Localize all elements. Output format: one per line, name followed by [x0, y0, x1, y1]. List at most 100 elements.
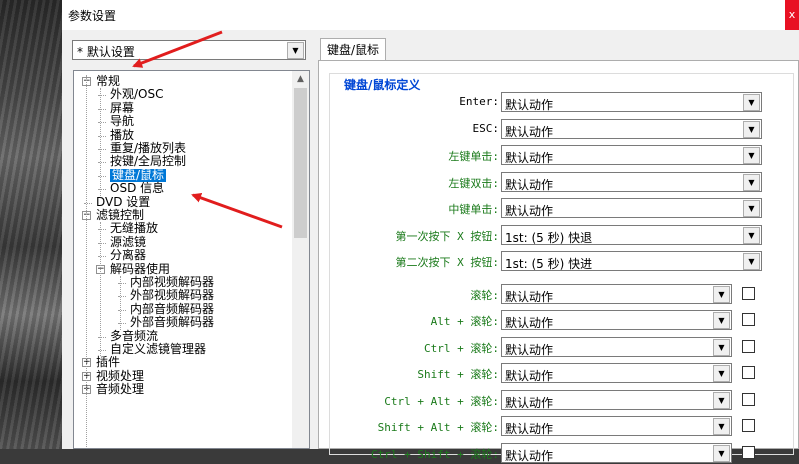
settings-tree[interactable]: − 常规 外观/OSC 屏幕 导航 播放 重复/播放列表 按键/全局控制 键盘/鼠标 OSD 信息…: [73, 70, 310, 449]
mapping-row: Enter: 默认动作 ▼: [319, 92, 799, 112]
option-checkbox[interactable]: [742, 392, 755, 406]
tree-item[interactable]: 源滤镜: [110, 235, 146, 249]
mapping-label: 第二次按下 X 按钮:: [395, 256, 500, 269]
mapping-row: Shift + Alt + 滚轮: 默认动作 ▼: [319, 416, 799, 436]
action-select[interactable]: 默认动作 ▼: [501, 442, 732, 463]
option-checkbox[interactable]: [742, 445, 755, 459]
action-select[interactable]: 默认动作 ▼: [501, 145, 762, 165]
scroll-thumb[interactable]: [294, 88, 307, 238]
chevron-down-icon[interactable]: ▼: [743, 253, 760, 270]
action-select-value: 默认动作: [505, 177, 554, 192]
action-select-value: 1st: (5 秒) 快进: [505, 257, 593, 271]
mapping-label: Ctrl + Alt + 滚轮:: [384, 394, 499, 408]
chevron-down-icon[interactable]: ▼: [743, 120, 760, 138]
background-video-frame: [0, 0, 62, 449]
option-checkbox[interactable]: [742, 366, 755, 379]
action-select-value: 默认动作: [505, 151, 554, 165]
tree-item[interactable]: 视频处理: [96, 369, 144, 383]
action-select[interactable]: 默认动作 ▼: [501, 336, 732, 357]
action-select-value: 默认动作: [505, 448, 554, 463]
chevron-down-icon[interactable]: ▼: [743, 173, 760, 191]
tree-item[interactable]: 插件: [96, 356, 120, 369]
tree-item[interactable]: 外观/OSC: [110, 88, 164, 101]
tree-scrollbar[interactable]: ▲: [292, 71, 309, 448]
mapping-row: Ctrl + Shift + 滚轮: 默认动作 ▼: [319, 442, 799, 463]
action-select[interactable]: 1st: (5 秒) 快进 ▼: [501, 251, 762, 271]
action-select-value: 默认动作: [505, 342, 554, 357]
title-bar: 参数设置 x: [62, 0, 799, 30]
tab-strip: 键盘/鼠标 键盘/鼠标定义 Enter: 默认动作 ▼ ESC: 默认动作 ▼ 左键单击: 默…: [312, 38, 799, 463]
tree-item[interactable]: DVD 设置: [96, 195, 150, 209]
tree-item[interactable]: 播放: [110, 128, 134, 142]
tree-guide: [120, 276, 121, 330]
action-select[interactable]: 默认动作 ▼: [501, 118, 762, 139]
chevron-down-icon[interactable]: ▼: [713, 312, 730, 329]
action-select-value: 默认动作: [505, 124, 554, 139]
close-button[interactable]: x: [785, 0, 799, 30]
option-checkbox[interactable]: [742, 286, 755, 300]
tree-guide: [100, 88, 101, 196]
chevron-down-icon[interactable]: ▼: [743, 147, 760, 164]
action-select-value: 默认动作: [505, 395, 554, 410]
tree-item[interactable]: 音频处理: [96, 383, 144, 396]
tree-item[interactable]: 外部音频解码器: [130, 316, 214, 329]
tree-item[interactable]: 无缝播放: [110, 222, 158, 235]
mapping-row: 滚轮: 默认动作 ▼: [319, 283, 799, 304]
mapping-label: Shift + 滚轮:: [417, 368, 499, 381]
mapping-label: 中键单击:: [448, 203, 499, 216]
option-checkbox[interactable]: [742, 419, 755, 432]
tree-item[interactable]: OSD 信息: [110, 182, 164, 195]
chevron-down-icon[interactable]: ▼: [743, 226, 760, 244]
tree-item[interactable]: 导航: [110, 115, 134, 128]
tree-item[interactable]: 键盘/鼠标: [110, 168, 167, 182]
option-checkbox[interactable]: [742, 339, 755, 353]
chevron-down-icon[interactable]: ▼: [713, 285, 730, 303]
profile-combo[interactable]: * 默认设置 ▼: [72, 40, 306, 60]
action-select[interactable]: 默认动作 ▼: [501, 171, 762, 192]
tree-item[interactable]: 按键/全局控制: [110, 155, 186, 168]
tree-item[interactable]: 解码器使用: [110, 262, 170, 276]
action-select[interactable]: 默认动作 ▼: [501, 198, 762, 218]
chevron-down-icon[interactable]: ▼: [713, 365, 730, 382]
option-checkbox[interactable]: [742, 313, 755, 326]
chevron-down-icon[interactable]: ▼: [743, 200, 760, 217]
mapping-row: Ctrl + Alt + 滚轮: 默认动作 ▼: [319, 389, 799, 410]
chevron-down-icon[interactable]: ▼: [713, 391, 730, 409]
chevron-down-icon[interactable]: ▼: [713, 444, 730, 462]
mapping-row: Ctrl + 滚轮: 默认动作 ▼: [319, 336, 799, 357]
action-select[interactable]: 默认动作 ▼: [501, 283, 732, 304]
mapping-row: 左键单击: 默认动作 ▼: [319, 145, 799, 165]
tab-keyboard-mouse[interactable]: 键盘/鼠标: [320, 38, 387, 61]
mapping-label: Enter:: [459, 95, 499, 108]
tree-item[interactable]: 多音频流: [110, 329, 158, 343]
mapping-row: 左键双击: 默认动作 ▼: [319, 171, 799, 192]
tree-item[interactable]: 常规: [96, 75, 120, 88]
chevron-down-icon[interactable]: ▼: [743, 94, 760, 111]
window-title: 参数设置: [68, 9, 117, 23]
mapping-row: 第二次按下 X 按钮: 1st: (5 秒) 快进 ▼: [319, 251, 799, 271]
tree-item[interactable]: 外部视频解码器: [130, 289, 214, 302]
chevron-down-icon[interactable]: ▼: [713, 338, 730, 356]
tree-item[interactable]: 分离器: [110, 249, 146, 262]
mapping-label: 滚轮:: [470, 288, 499, 302]
mapping-label: Ctrl + Shift + 滚轮:: [371, 447, 499, 461]
mapping-row: ESC: 默认动作 ▼: [319, 118, 799, 139]
tree-item[interactable]: 自定义滤镜管理器: [110, 343, 206, 356]
action-select[interactable]: 默认动作 ▼: [501, 363, 732, 383]
chevron-down-icon[interactable]: ▼: [713, 418, 730, 435]
action-select[interactable]: 默认动作 ▼: [501, 416, 732, 436]
action-select[interactable]: 默认动作 ▼: [501, 310, 732, 330]
mapping-label: Ctrl + 滚轮:: [424, 341, 499, 355]
action-select[interactable]: 1st: (5 秒) 快退 ▼: [501, 224, 762, 245]
action-select[interactable]: 默认动作 ▼: [501, 92, 762, 112]
action-select[interactable]: 默认动作 ▼: [501, 389, 732, 410]
mapping-row: Shift + 滚轮: 默认动作 ▼: [319, 363, 799, 383]
mapping-label: 左键单击:: [448, 150, 499, 163]
mapping-row: Alt + 滚轮: 默认动作 ▼: [319, 310, 799, 330]
tree-item[interactable]: 屏幕: [110, 101, 134, 115]
tree-item[interactable]: 内部音频解码器: [130, 302, 214, 316]
tree-guide: [100, 222, 101, 357]
scroll-up-icon[interactable]: ▲: [292, 71, 309, 88]
chevron-down-icon[interactable]: ▼: [287, 42, 304, 59]
mapping-label: ESC:: [472, 121, 500, 135]
